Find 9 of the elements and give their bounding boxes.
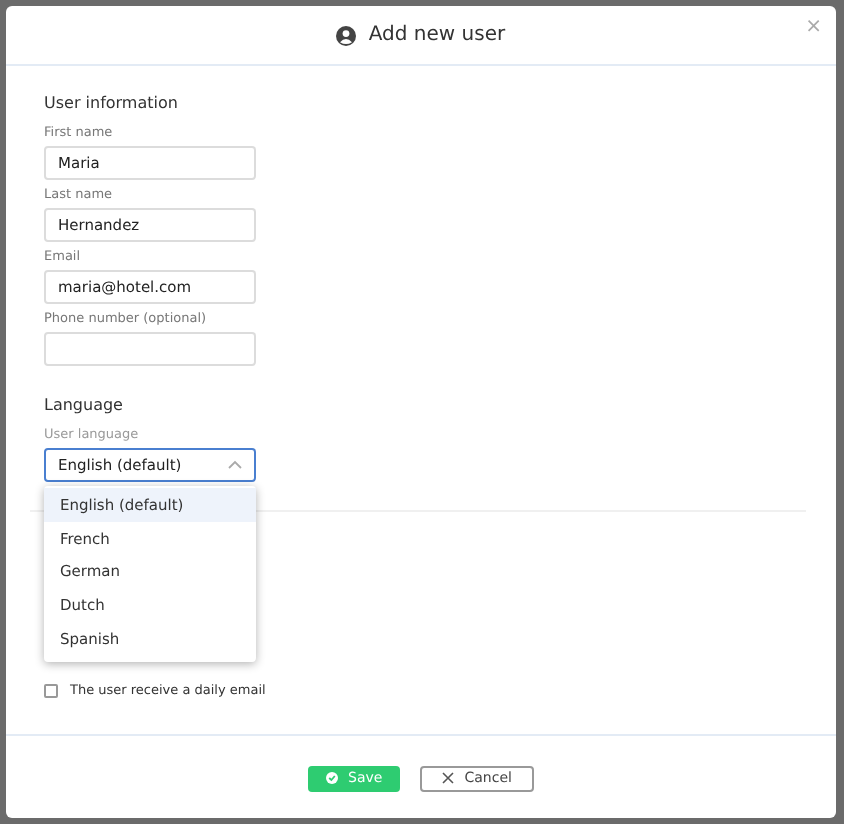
input-field[interactable] bbox=[44, 332, 256, 366]
close-icon bbox=[442, 772, 455, 784]
user-icon bbox=[336, 25, 357, 45]
section-title: User information bbox=[44, 92, 180, 116]
check-circle-icon bbox=[326, 772, 339, 784]
dialog-title: Add new user bbox=[368, 24, 506, 46]
section-title: Language bbox=[44, 394, 125, 418]
chevron-icon bbox=[228, 460, 242, 470]
checkbox[interactable] bbox=[44, 683, 58, 697]
